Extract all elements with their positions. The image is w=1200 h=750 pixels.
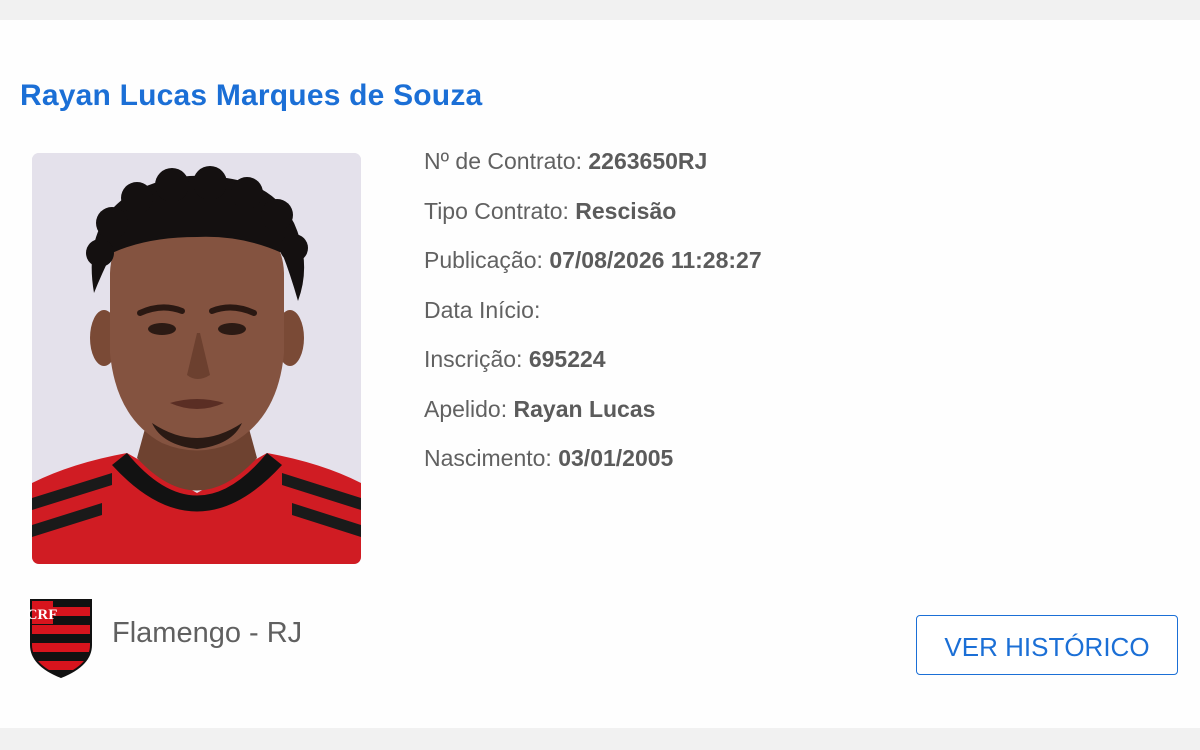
start-date-label: Data Início: bbox=[424, 296, 541, 323]
nickname-value: Rayan Lucas bbox=[513, 395, 656, 422]
publication-label: Publicação: bbox=[424, 247, 543, 273]
nickname-row: Apelido: Rayan Lucas bbox=[424, 393, 762, 443]
registration-label: Inscrição: bbox=[424, 346, 523, 372]
flamengo-crest-icon: CRF bbox=[28, 599, 92, 679]
view-history-button[interactable]: VER HISTÓRICO bbox=[916, 615, 1178, 675]
contract-number-row: Nº de Contrato: 2263650RJ bbox=[424, 145, 762, 195]
player-card: Rayan Lucas Marques de Souza Nº de Contr… bbox=[0, 20, 1200, 728]
publication-value: 07/08/2026 11:28:27 bbox=[549, 247, 762, 273]
birth-date-label: Nascimento: bbox=[424, 445, 552, 471]
contract-info: Nº de Contrato: 2263650RJ Tipo Contrato:… bbox=[424, 145, 762, 492]
player-photo bbox=[32, 153, 361, 564]
publication-row: Publicação: 07/08/2026 11:28:27 bbox=[424, 244, 762, 294]
club-info: CRF Flamengo - RJ bbox=[28, 596, 302, 680]
contract-type-value: Rescisão bbox=[575, 197, 677, 224]
nickname-label: Apelido: bbox=[424, 395, 508, 422]
contract-number-value: 2263650RJ bbox=[588, 148, 708, 174]
contract-number-label: Nº de Contrato: bbox=[424, 148, 582, 174]
player-portrait-image bbox=[32, 153, 361, 564]
start-date-row: Data Início: bbox=[424, 294, 762, 344]
registration-row: Inscrição: 695224 bbox=[424, 343, 762, 393]
birth-date-row: Nascimento: 03/01/2005 bbox=[424, 442, 762, 492]
contract-type-label: Tipo Contrato: bbox=[424, 197, 569, 224]
birth-date-value: 03/01/2005 bbox=[558, 445, 674, 471]
registration-value: 695224 bbox=[528, 346, 606, 372]
contract-type-row: Tipo Contrato: Rescisão bbox=[424, 195, 762, 245]
svg-text:CRF: CRF bbox=[28, 607, 57, 623]
player-name: Rayan Lucas Marques de Souza bbox=[20, 79, 483, 112]
club-name: Flamengo - RJ bbox=[112, 616, 303, 649]
